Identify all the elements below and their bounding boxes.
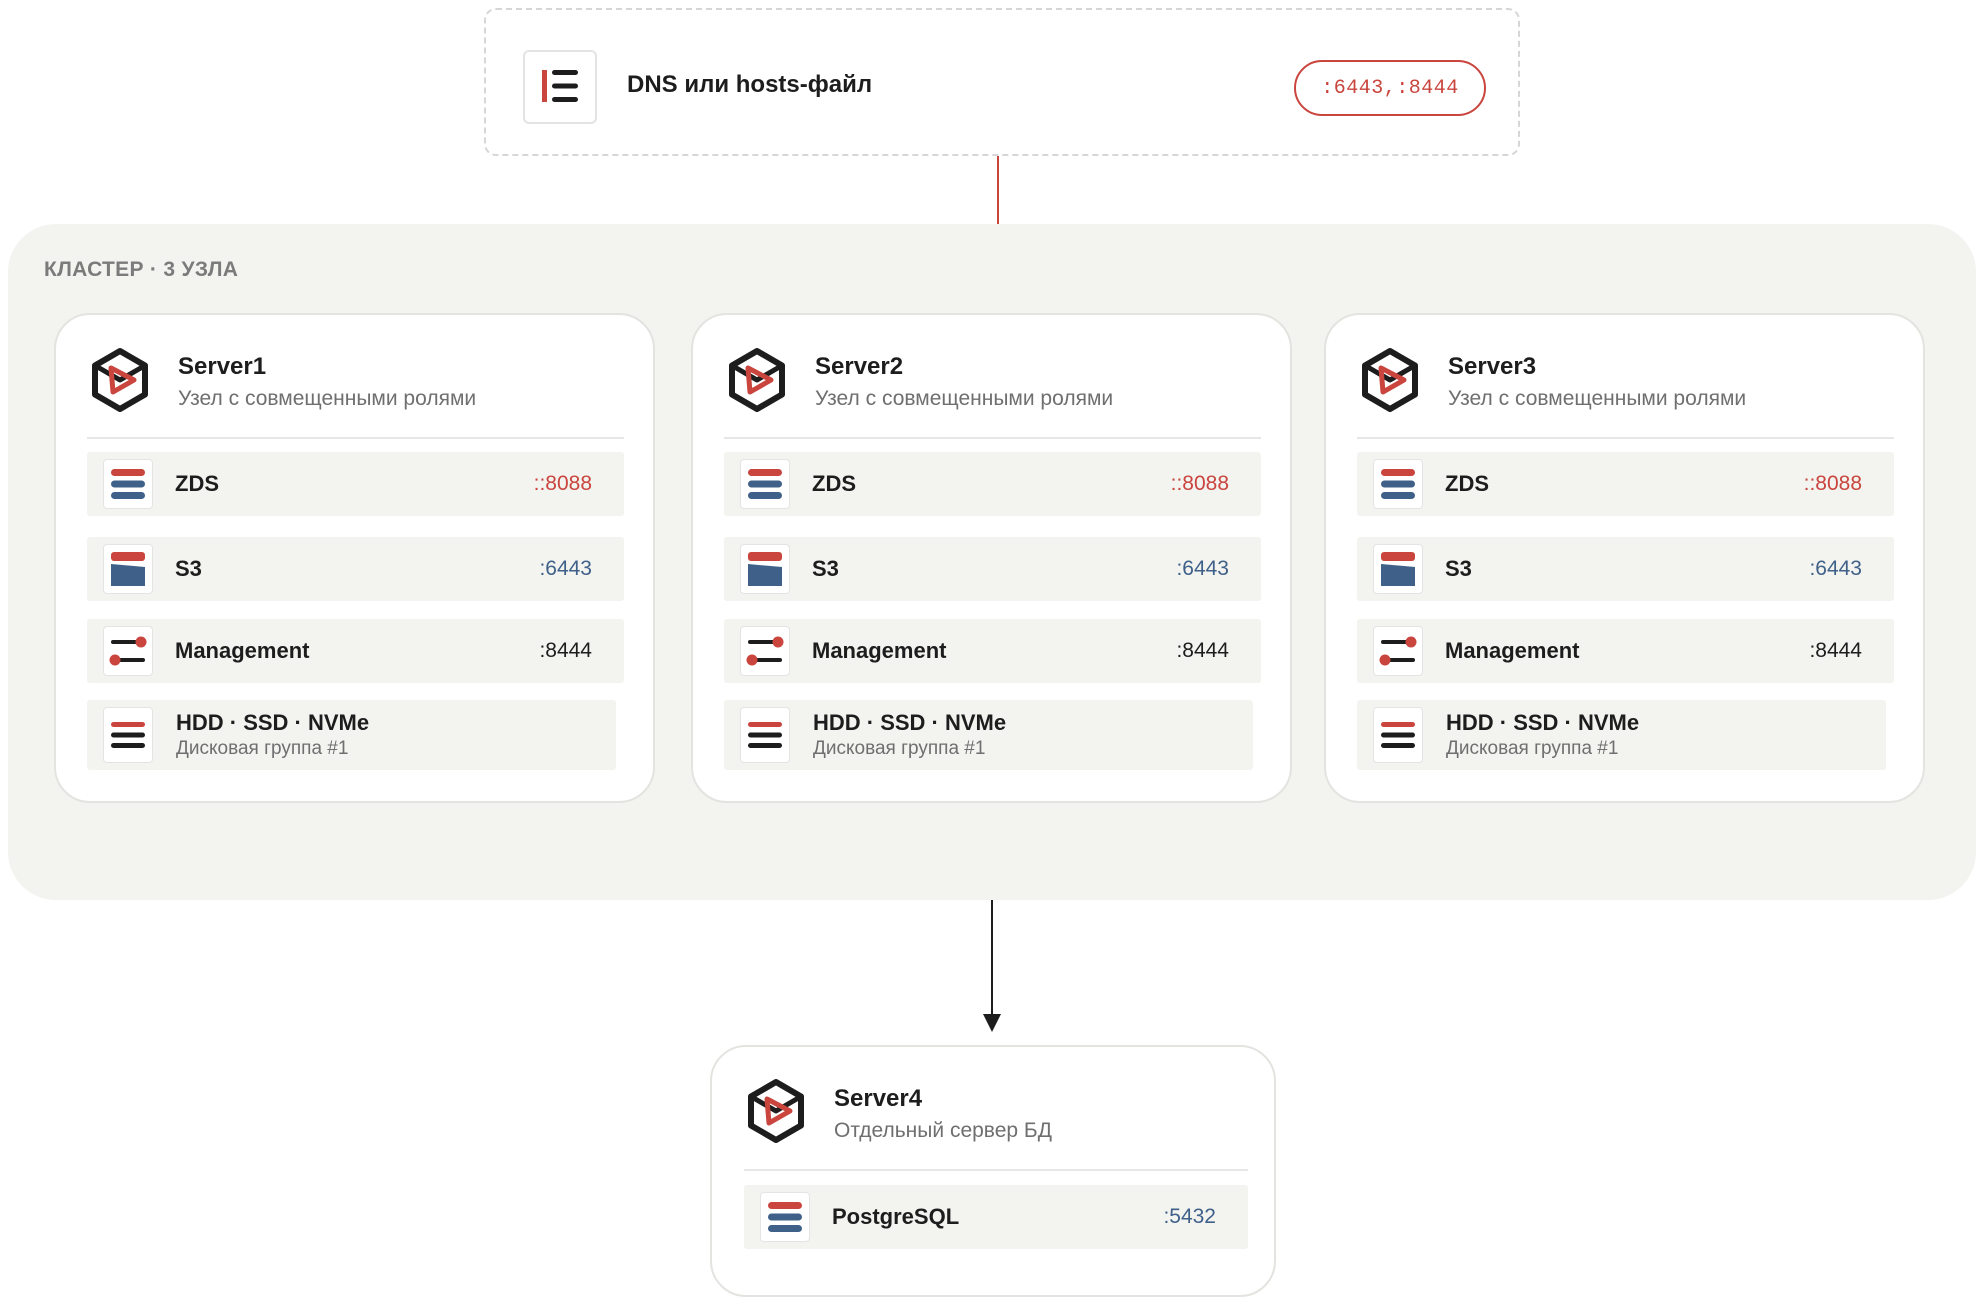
zds-stack-icon [103,459,153,509]
service-label: ZDS [175,471,219,496]
server-subtitle: Узел с совмещенными ролями [1448,387,1747,410]
dns-list-icon [523,50,597,124]
service-label: PostgreSQL [832,1204,960,1229]
service-label: ZDS [812,471,856,496]
service-port: ::8088 [533,472,592,495]
service-row-s3: S3 :6443 [1357,537,1894,601]
disk-group-icon [1373,707,1423,763]
disk-label: HDD · SSD · NVMe [1446,710,1640,735]
cluster-to-db-arrow-line [991,900,993,1018]
service-label: Management [1445,638,1580,663]
disk-group-row: HDD · SSD · NVMe Дисковая группа #1 [724,700,1253,770]
server-hex-icon [723,346,791,414]
s3-bucket-icon [103,544,153,594]
service-row-postgresql: PostgreSQL :5432 [744,1185,1248,1249]
service-row-zds: ZDS::8088 [1357,452,1894,516]
server-name: Server2 [815,353,904,380]
disk-group-icon [740,707,790,763]
cluster-label: КЛАСТЕР · 3 УЗЛА [44,258,239,281]
service-port: :8444 [1809,639,1862,662]
disk-subtitle: Дисковая группа #1 [176,738,349,759]
disk-group-row: HDD · SSD · NVMe Дисковая группа #1 [1357,700,1886,770]
server-hex-icon [1356,346,1424,414]
service-row-s3: S3 :6443 [87,537,624,601]
service-port: :6443 [539,557,592,580]
management-sliders-icon [1373,626,1423,676]
server-card: Server3Узел с совмещенными ролямиZDS::80… [1324,313,1925,803]
service-port: :8444 [539,639,592,662]
service-label: S3 [812,556,839,581]
server-hex-icon [742,1077,810,1145]
service-port: :8444 [1176,639,1229,662]
service-row-zds: ZDS::8088 [724,452,1261,516]
disk-subtitle: Дисковая группа #1 [1446,738,1619,759]
server-subtitle: Узел с совмещенными ролями [178,387,477,410]
server-card: Server2Узел с совмещенными ролямиZDS::80… [691,313,1292,803]
service-port: :6443 [1176,557,1229,580]
disk-label: HDD · SSD · NVMe [813,710,1007,735]
divider [1357,437,1894,439]
management-sliders-icon [103,626,153,676]
service-row-zds: ZDS::8088 [87,452,624,516]
disk-group-row: HDD · SSD · NVMe Дисковая группа #1 [87,700,616,770]
service-label: Management [175,638,310,663]
service-row-management: Management :8444 [87,619,624,683]
divider [744,1169,1248,1171]
disk-group-icon [103,707,153,763]
service-label: ZDS [1445,471,1489,496]
server-hex-icon [86,346,154,414]
server-card: Server1Узел с совмещенными ролямиZDS::80… [54,313,655,803]
postgres-stack-icon [760,1192,810,1242]
dns-box: DNS или hosts-файл :6443,:8444 [484,8,1520,156]
management-sliders-icon [740,626,790,676]
s3-bucket-icon [740,544,790,594]
s3-bucket-icon [1373,544,1423,594]
divider [724,437,1261,439]
dns-title: DNS или hosts-файл [627,71,873,98]
service-row-s3: S3 :6443 [724,537,1261,601]
server-card-db: Server4 Отдельный сервер БД PostgreSQL :… [710,1045,1276,1297]
service-port: ::8088 [1170,472,1229,495]
divider [87,437,624,439]
server-name: Server3 [1448,353,1537,380]
server-subtitle: Узел с совмещенными ролями [815,387,1114,410]
service-label: S3 [175,556,202,581]
dns-ports-badge: :6443,:8444 [1294,60,1486,116]
disk-label: HDD · SSD · NVMe [176,710,370,735]
server-name: Server4 [834,1085,923,1112]
disk-subtitle: Дисковая группа #1 [813,738,986,759]
service-port: ::8088 [1803,472,1862,495]
service-port: :5432 [1163,1205,1216,1228]
service-port: :6443 [1809,557,1862,580]
dns-connector-line [997,156,999,224]
zds-stack-icon [740,459,790,509]
service-label: S3 [1445,556,1472,581]
zds-stack-icon [1373,459,1423,509]
service-row-management: Management :8444 [724,619,1261,683]
arrow-head-icon [983,1014,1001,1032]
server-name: Server1 [178,353,267,380]
service-label: Management [812,638,947,663]
service-row-management: Management :8444 [1357,619,1894,683]
server-subtitle: Отдельный сервер БД [834,1119,1052,1142]
